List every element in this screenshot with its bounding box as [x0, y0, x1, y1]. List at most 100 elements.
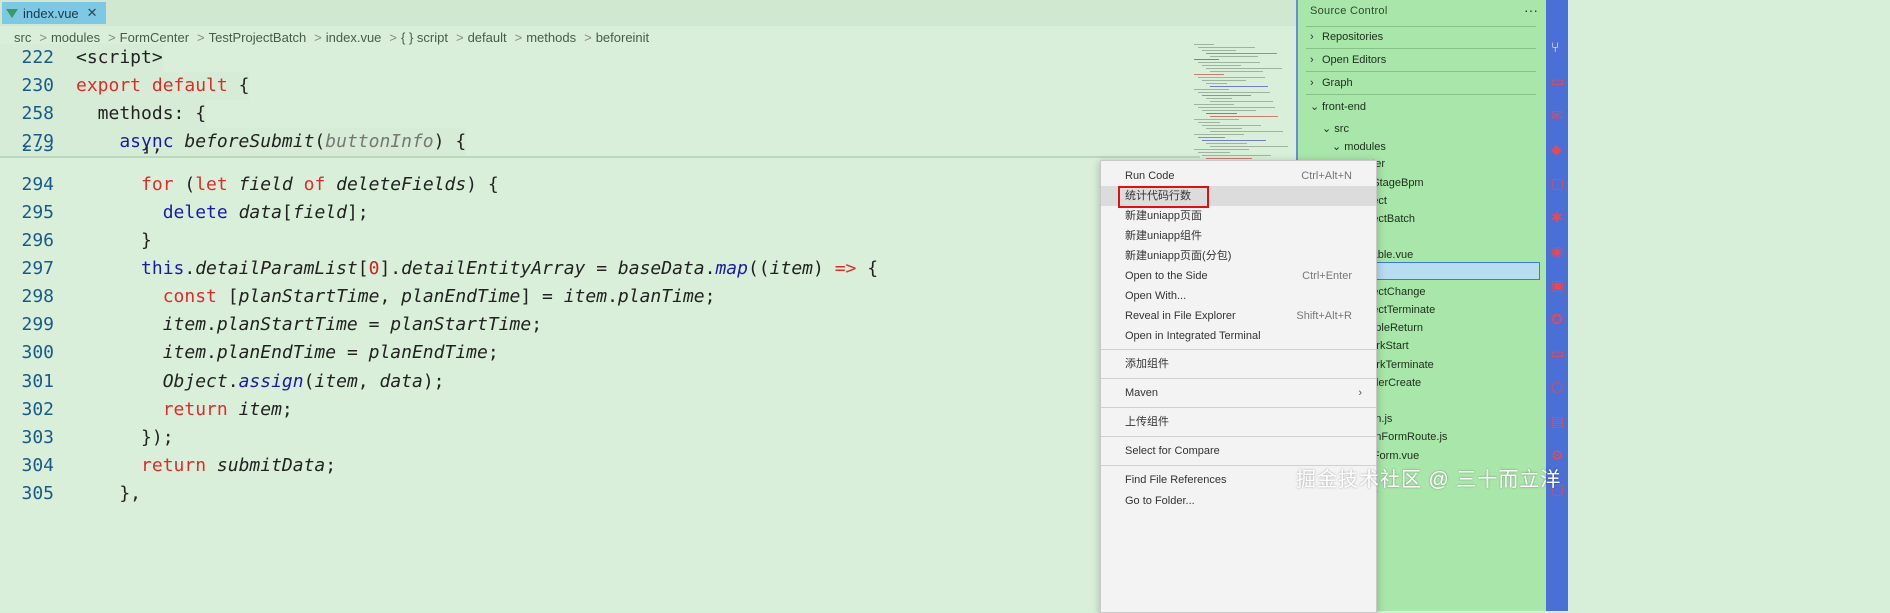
line-number: 222: [21, 47, 54, 68]
code-token: .: [206, 342, 217, 363]
close-icon[interactable]: ✕: [87, 5, 98, 21]
code-line[interactable]: 305 },: [0, 480, 141, 508]
extension-icon[interactable]: ◆: [1551, 142, 1565, 156]
extension-icon[interactable]: ✉: [1551, 108, 1565, 122]
context-menu: Run Code Ctrl+Alt+N 统计代码行数 新建uniapp页面 新建unia…: [1100, 160, 1377, 613]
extension-icon[interactable]: ✱: [1551, 210, 1565, 224]
extension-icon[interactable]: ◉: [1551, 244, 1565, 258]
tab-index-vue[interactable]: index.vue ✕: [2, 2, 106, 24]
menu-item-label: Go to Folder...: [1125, 495, 1195, 507]
minimap-line: [1206, 128, 1242, 129]
code-line[interactable]: 304 return submitData;: [0, 452, 336, 480]
divider: [1306, 48, 1536, 49]
line-number: 305: [21, 483, 54, 504]
breadcrumb-item[interactable]: src: [14, 30, 31, 45]
extension-icon[interactable]: ▣: [1551, 278, 1565, 292]
tree-item[interactable]: ⌄ src: [1322, 122, 1349, 135]
code-line[interactable]: 230 export default {: [0, 72, 250, 100]
code-line[interactable]: 296 }: [0, 227, 151, 255]
menu-item[interactable]: 新建uniapp页面: [1101, 206, 1376, 226]
section-open-editors[interactable]: › Open Editors: [1310, 54, 1386, 66]
code-line[interactable]: 297 this.detailParamList[0].detailEntity…: [0, 255, 878, 283]
code-line[interactable]: 298 const [planStartTime, planEndTime] =…: [0, 283, 715, 311]
code-token: planStartTime: [238, 286, 380, 307]
menu-item[interactable]: 新建uniapp页面(分包): [1101, 246, 1376, 266]
menu-item[interactable]: 新建uniapp组件: [1101, 226, 1376, 246]
menu-item[interactable]: Select for Compare: [1101, 441, 1376, 461]
chevron-down-icon: ⌄: [1332, 141, 1345, 154]
menu-item[interactable]: Reveal in File Explorer Shift+Alt+R: [1101, 306, 1376, 326]
code-line[interactable]: 301 Object.assign(item, data);: [0, 368, 444, 396]
line-number: 296: [21, 230, 54, 251]
breadcrumb-item[interactable]: methods: [526, 30, 576, 45]
watermark: 掘金技术社区 @ 三十而立洋: [1296, 469, 1562, 491]
section-repositories[interactable]: › Repositories: [1310, 31, 1383, 43]
extension-icon[interactable]: ▭: [1551, 74, 1565, 88]
extension-icon[interactable]: ▢: [1551, 176, 1565, 190]
code-token: item: [238, 399, 282, 420]
code-token: ;: [531, 314, 543, 335]
minimap-line: [1198, 152, 1230, 153]
more-icon[interactable]: ···: [1524, 2, 1538, 18]
breadcrumb-separator: >: [39, 30, 47, 45]
extension-icon[interactable]: ⚙: [1551, 448, 1565, 462]
code-token: =: [585, 258, 618, 279]
source-control-icon[interactable]: ⑂: [1551, 40, 1565, 54]
code-token: ].: [379, 258, 402, 279]
minimap-line: [1194, 134, 1244, 135]
code-line[interactable]: 302 return item;: [0, 396, 292, 424]
breadcrumb-item[interactable]: default: [468, 30, 507, 45]
code-line[interactable]: 294 for (let field of deleteFields) {: [0, 171, 498, 199]
menu-separator: [1101, 378, 1376, 379]
menu-item-label: 添加组件: [1125, 358, 1169, 370]
breadcrumb-item[interactable]: { } script: [401, 30, 448, 45]
extension-icon[interactable]: ✪: [1551, 312, 1565, 326]
code-token: ;: [704, 286, 716, 307]
breadcrumb-item[interactable]: TestProjectBatch: [209, 30, 307, 45]
menu-separator: [1101, 349, 1376, 350]
chevron-right-icon: ›: [1310, 54, 1314, 66]
section-graph[interactable]: › Graph: [1310, 77, 1353, 89]
line-number: 304: [21, 455, 54, 476]
menu-item[interactable]: Run Code Ctrl+Alt+N: [1101, 166, 1376, 186]
breadcrumb-separator: >: [197, 30, 205, 45]
code-line[interactable]: 303 });: [0, 424, 173, 452]
minimap-line: [1206, 158, 1252, 159]
breadcrumb-item[interactable]: FormCenter: [120, 30, 189, 45]
breadcrumb-item[interactable]: beforeinit: [596, 30, 649, 45]
menu-item-label: 新建uniapp页面: [1125, 210, 1203, 222]
code-line[interactable]: 300 item.planEndTime = planEndTime;: [0, 339, 498, 367]
code-token: return: [76, 399, 239, 420]
code-token: =>: [834, 258, 857, 279]
menu-item[interactable]: Open With...: [1101, 286, 1376, 306]
code-line[interactable]: 258 methods: {: [0, 100, 207, 128]
breadcrumb: src > modules > FormCenter > TestProjectBatch >…: [14, 30, 653, 45]
menu-item[interactable]: 上传组件: [1101, 412, 1376, 432]
code-token: (: [303, 371, 315, 392]
code-token: Object: [76, 371, 228, 392]
menu-item[interactable]: Maven ›: [1101, 383, 1376, 403]
code-line[interactable]: 222 <script>: [0, 44, 163, 72]
divider: [1306, 26, 1536, 27]
minimap-line: [1210, 146, 1288, 147]
code-token: planEndTime: [368, 342, 488, 363]
line-number: 300: [21, 342, 54, 363]
minimap[interactable]: [1190, 44, 1288, 164]
minimap-line: [1202, 80, 1246, 81]
breadcrumb-item[interactable]: index.vue: [326, 30, 382, 45]
menu-item[interactable]: Open in Integrated Terminal: [1101, 326, 1376, 346]
code-token: [: [281, 202, 293, 223]
code-line[interactable]: 295 delete data[field];: [0, 199, 368, 227]
code-token: ) {: [433, 131, 467, 152]
code-line[interactable]: 299 item.planStartTime = planStartTime;: [0, 311, 542, 339]
menu-item[interactable]: Go to Folder...: [1101, 491, 1376, 511]
extension-icon[interactable]: ⬡: [1551, 380, 1565, 394]
menu-item[interactable]: Open to the Side Ctrl+Enter: [1101, 266, 1376, 286]
tree-item[interactable]: ⌄ modules: [1332, 140, 1386, 153]
breadcrumb-item[interactable]: modules: [51, 30, 100, 45]
section-project[interactable]: ⌄ front-end: [1310, 100, 1366, 113]
extension-icon[interactable]: ▭: [1551, 346, 1565, 360]
code-token: [: [227, 286, 239, 307]
extension-icon[interactable]: ▤: [1551, 414, 1565, 428]
menu-item[interactable]: 添加组件: [1101, 354, 1376, 374]
